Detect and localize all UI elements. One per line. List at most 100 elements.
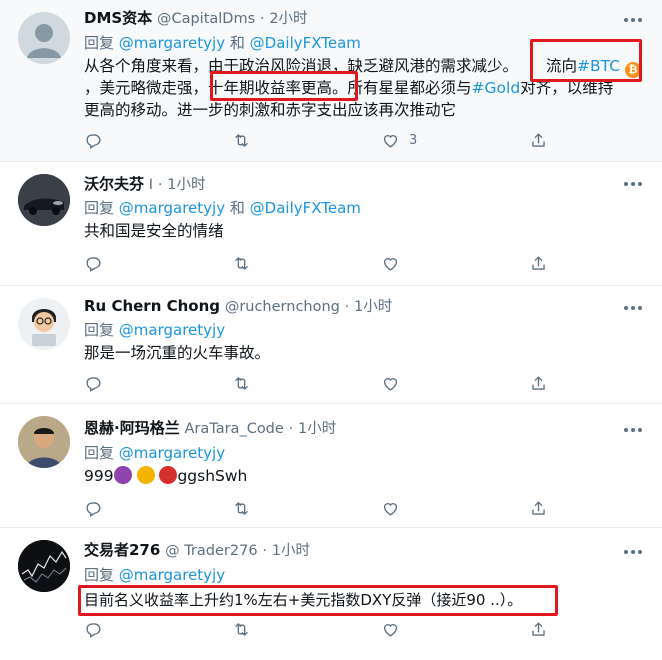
user-handle[interactable]: I xyxy=(149,177,153,193)
like-count: 3 xyxy=(409,133,418,148)
tweet-text-line: ，美元略微走强， xyxy=(84,79,209,97)
highlight-box xyxy=(210,71,358,101)
mention-link[interactable]: @margaretyjy xyxy=(119,199,225,217)
reply-icon[interactable] xyxy=(84,131,103,151)
share-icon[interactable] xyxy=(529,499,548,519)
reply-context: 回复 @margaretyjy xyxy=(84,443,225,463)
retweet-icon[interactable] xyxy=(232,254,251,274)
share-icon[interactable] xyxy=(529,131,548,151)
avatar-chart[interactable] xyxy=(18,540,70,592)
reply-conjunction: 和 xyxy=(229,34,245,52)
retweet-icon[interactable] xyxy=(232,620,251,640)
timestamp[interactable]: 1小时 xyxy=(272,543,310,559)
timestamp[interactable]: 1小时 xyxy=(354,299,392,315)
angry-face-emoji-icon xyxy=(136,466,155,484)
avatar-photo[interactable] xyxy=(18,416,70,468)
display-name[interactable]: Ru Chern Chong xyxy=(84,297,220,315)
reply-icon[interactable] xyxy=(84,620,103,640)
separator-dot: · xyxy=(157,177,163,193)
reply-label: 回复 xyxy=(84,321,115,339)
timestamp[interactable]: 1小时 xyxy=(167,177,205,193)
mention-link[interactable]: @DailyFXTeam xyxy=(250,34,361,52)
reply-label: 回复 xyxy=(84,199,115,217)
timestamp[interactable]: 1小时 xyxy=(298,421,336,437)
display-name[interactable]: 恩赫·阿玛格兰 xyxy=(84,419,180,437)
tweet-actions xyxy=(84,499,564,519)
share-icon[interactable] xyxy=(529,254,548,274)
like-icon[interactable] xyxy=(381,254,400,274)
highlight-box xyxy=(530,39,642,82)
tweet-actions xyxy=(84,620,564,640)
retweet-icon[interactable] xyxy=(232,131,251,151)
mention-link[interactable]: @margaretyjy xyxy=(119,566,225,584)
share-icon[interactable] xyxy=(529,374,548,394)
mention-link[interactable]: @margaretyjy xyxy=(119,321,225,339)
avatar-car-photo[interactable] xyxy=(18,174,70,226)
tweet-header: Ru Chern Chong @ruchernchong · 1小时 xyxy=(84,296,392,317)
tweet-2[interactable]: 沃尔夫芬 I · 1小时 回复 @margaretyjy 和 @DailyFXT… xyxy=(0,162,662,286)
tweet-header: 交易者276 @ Trader276 · 1小时 xyxy=(84,540,310,561)
reply-label: 回复 xyxy=(84,444,115,462)
retweet-icon[interactable] xyxy=(232,374,251,394)
separator-dot: · xyxy=(259,11,265,27)
separator-dot: · xyxy=(288,421,294,437)
pouting-face-emoji-icon xyxy=(159,466,178,484)
tweet-header: 沃尔夫芬 I · 1小时 xyxy=(84,174,205,195)
display-name[interactable]: DMS资本 xyxy=(84,9,152,27)
tweet-header: 恩赫·阿玛格兰 AraTara_Code · 1小时 xyxy=(84,418,336,439)
reply-icon[interactable] xyxy=(84,254,103,274)
reply-context: 回复 @margaretyjy 和 @DailyFXTeam xyxy=(84,33,361,53)
tweet-text: 999 ggshSwh xyxy=(84,465,247,487)
display-name[interactable]: 沃尔夫芬 xyxy=(84,175,144,193)
user-handle[interactable]: AraTara_Code xyxy=(184,421,283,437)
user-handle[interactable]: @CapitalDms xyxy=(157,11,255,27)
reply-icon[interactable] xyxy=(84,374,103,394)
separator-dot: · xyxy=(344,299,350,315)
hashtag-link[interactable]: #Gold xyxy=(472,79,521,97)
more-icon[interactable] xyxy=(624,548,644,556)
reply-context: 回复 @margaretyjy xyxy=(84,565,225,585)
timestamp[interactable]: 2小时 xyxy=(269,11,307,27)
more-icon[interactable] xyxy=(624,426,644,434)
reply-context: 回复 @margaretyjy xyxy=(84,320,225,340)
display-name[interactable]: 交易者276 xyxy=(84,541,160,559)
like-icon[interactable] xyxy=(381,374,400,394)
tweet-text: 那是一场沉重的火车事故。 xyxy=(84,344,271,362)
user-handle[interactable]: @ruchernchong xyxy=(225,299,340,315)
mention-link[interactable]: @DailyFXTeam xyxy=(250,199,361,217)
highlight-box xyxy=(78,585,558,616)
like-icon[interactable] xyxy=(381,499,400,519)
avatar-cartoon[interactable] xyxy=(18,298,70,350)
mention-link[interactable]: @margaretyjy xyxy=(119,34,225,52)
more-icon[interactable] xyxy=(624,16,644,24)
tweet-actions xyxy=(84,254,564,274)
tweet-header: DMS资本 @CapitalDms · 2小时 xyxy=(84,8,308,29)
reply-icon[interactable] xyxy=(84,499,103,519)
tweet-text-line: 所有星星都必须与 xyxy=(347,79,472,97)
tweet-actions: 3 xyxy=(84,131,564,151)
retweet-icon[interactable] xyxy=(232,499,251,519)
user-handle[interactable]: @ Trader276 xyxy=(165,543,257,559)
share-icon[interactable] xyxy=(529,620,548,640)
like-icon[interactable] xyxy=(381,620,400,640)
avatar-default[interactable] xyxy=(18,12,70,64)
like-icon[interactable]: 3 xyxy=(381,131,417,151)
more-icon[interactable] xyxy=(624,180,644,188)
tweet-4[interactable]: 恩赫·阿玛格兰 AraTara_Code · 1小时 回复 @margarety… xyxy=(0,404,662,528)
reply-conjunction: 和 xyxy=(229,199,245,217)
tweet-3[interactable]: Ru Chern Chong @ruchernchong · 1小时 回复 @m… xyxy=(0,286,662,404)
tweet-text-line: 更高的移动。进一步的刺激和赤字支出应该再次推动它 xyxy=(84,101,457,119)
reply-label: 回复 xyxy=(84,566,115,584)
mention-link[interactable]: @margaretyjy xyxy=(119,444,225,462)
tweet-text: 共和国是安全的情绪 xyxy=(84,222,224,240)
tweet-5[interactable]: 交易者276 @ Trader276 · 1小时 回复 @margaretyjy… xyxy=(0,528,662,660)
separator-dot: · xyxy=(262,543,267,559)
tweet-actions xyxy=(84,374,564,394)
smiling-devil-emoji-icon xyxy=(113,466,132,484)
more-icon[interactable] xyxy=(624,304,644,312)
tweet-text-part: 999 xyxy=(84,467,114,485)
tweet-1[interactable]: DMS资本 @CapitalDms · 2小时 回复 @margaretyjy … xyxy=(0,0,662,162)
tweet-text-part: ggshSwh xyxy=(177,467,248,485)
reply-label: 回复 xyxy=(84,34,115,52)
reply-context: 回复 @margaretyjy 和 @DailyFXTeam xyxy=(84,198,361,218)
